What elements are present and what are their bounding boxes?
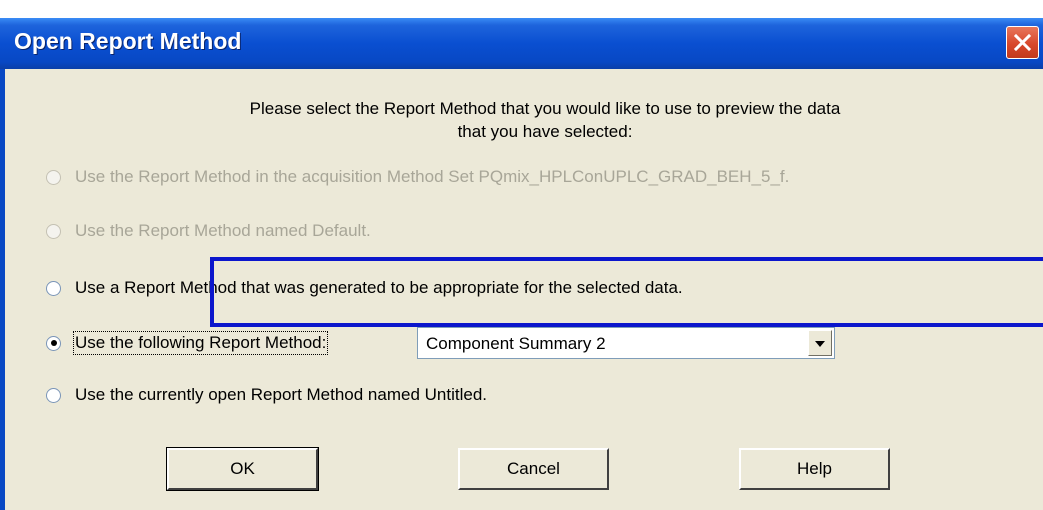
option-label[interactable]: Use the following Report Method:	[72, 331, 329, 355]
chevron-down-icon	[815, 341, 825, 347]
title-bar[interactable]: Open Report Method	[0, 18, 1043, 69]
radio-following-report-method[interactable]	[46, 335, 61, 351]
option-label[interactable]: Use the currently open Report Method nam…	[75, 385, 487, 405]
option-report-method-default: Use the Report Method named Default.	[46, 220, 371, 242]
radio-currently-open-report-method[interactable]	[46, 387, 61, 403]
radio-dot	[50, 340, 57, 346]
radio-report-method-default	[46, 223, 61, 239]
report-method-value: Component Summary 2	[426, 334, 606, 353]
option-label: Use the Report Method in the acquisition…	[75, 167, 790, 186]
instruction-text: Please select the Report Method that you…	[150, 97, 940, 143]
background-strip	[0, 0, 1043, 18]
dialog-window: Open Report Method Please select the Rep…	[0, 18, 1043, 510]
report-method-combobox[interactable]: Component Summary 2	[417, 327, 835, 359]
close-button[interactable]	[1006, 26, 1039, 59]
instruction-line-2: that you have selected:	[457, 122, 633, 141]
option-label: Use the Report Method named Default.	[75, 221, 371, 240]
instruction-line-1: Please select the Report Method that you…	[249, 99, 841, 118]
option-label[interactable]: Use a Report Method that was generated t…	[75, 278, 683, 298]
radio-acquisition-method-set	[46, 169, 61, 185]
option-following-report-method[interactable]: Use the following Report Method:	[46, 331, 329, 355]
help-button[interactable]: Help	[739, 448, 890, 490]
ok-button[interactable]: OK	[166, 447, 319, 491]
option-acquisition-method-set: Use the Report Method in the acquisition…	[46, 166, 789, 188]
radio-generated-report-method[interactable]	[46, 280, 61, 296]
dropdown-button[interactable]	[808, 330, 832, 356]
dialog-body: Please select the Report Method that you…	[0, 69, 1043, 510]
dialog-title: Open Report Method	[14, 28, 242, 54]
option-currently-open-report-method[interactable]: Use the currently open Report Method nam…	[46, 384, 487, 406]
window-border	[0, 69, 5, 510]
close-icon	[1013, 33, 1032, 52]
cancel-button[interactable]: Cancel	[458, 448, 609, 490]
option-generated-report-method[interactable]: Use a Report Method that was generated t…	[46, 277, 683, 299]
